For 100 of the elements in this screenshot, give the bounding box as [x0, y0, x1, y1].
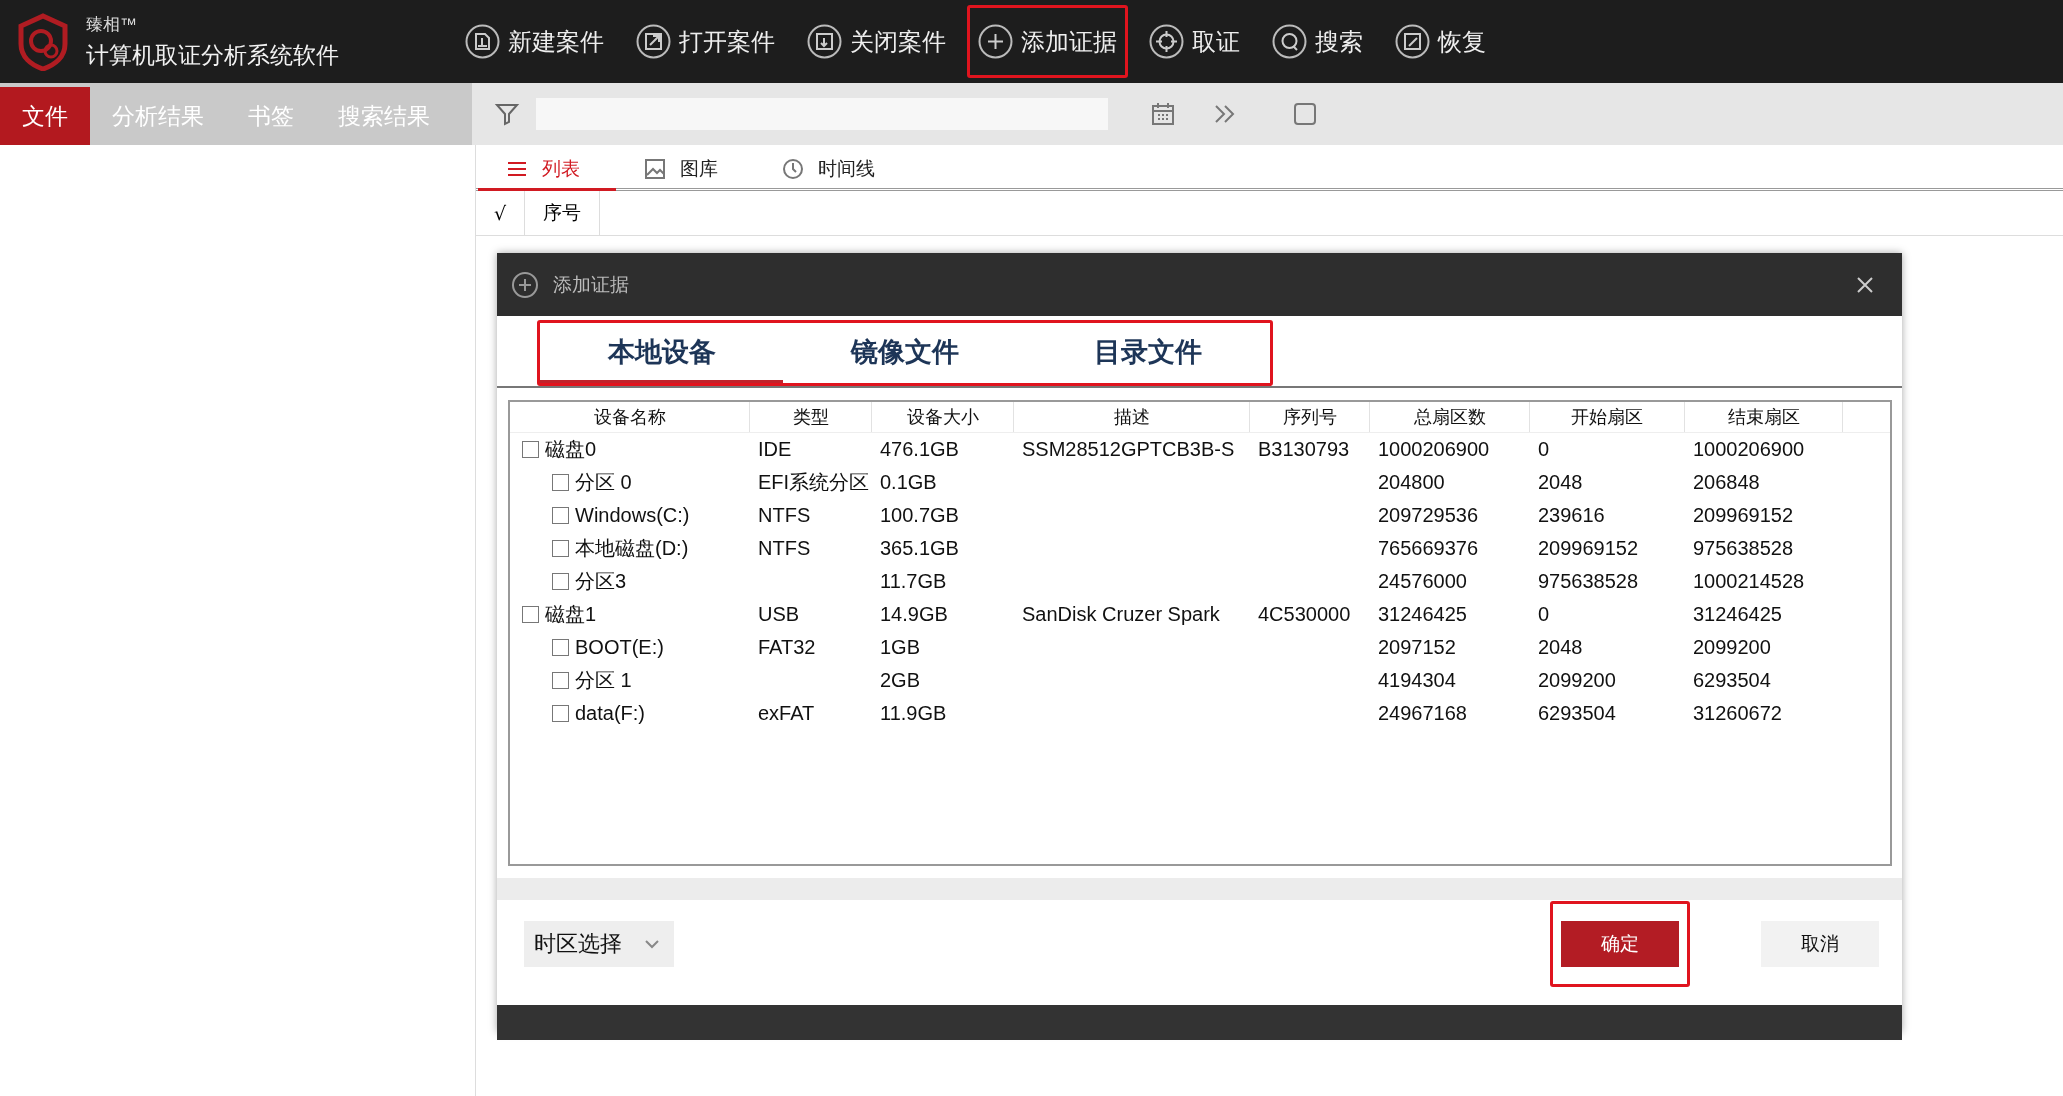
table-cell: NTFS	[758, 504, 811, 526]
table-cell: 31246425	[1378, 603, 1467, 625]
table-cell: 4194304	[1378, 669, 1456, 691]
view-tab[interactable]: 图库	[616, 156, 754, 191]
square-icon[interactable]	[1292, 101, 1318, 127]
device-name: 分区 0	[575, 470, 632, 495]
toolbar-button[interactable]: 打开案件	[630, 20, 781, 63]
checkbox[interactable]	[552, 573, 569, 590]
table-cell: 209969152	[1693, 504, 1794, 526]
table-cell: 0.1GB	[880, 471, 937, 493]
new-case-icon	[465, 24, 500, 59]
device-name: 本地磁盘(D:)	[575, 536, 689, 561]
table-cell: NTFS	[758, 537, 811, 559]
view-tab[interactable]: 列表	[478, 156, 616, 191]
column-header: 描述	[1014, 402, 1250, 432]
table-cell: B3130793	[1258, 438, 1350, 460]
table-cell: USB	[758, 603, 800, 625]
device-name: BOOT(E:)	[575, 636, 664, 659]
table-cell: 209729536	[1378, 504, 1479, 526]
download-box-icon	[807, 24, 842, 59]
edit-box-icon	[636, 24, 671, 59]
table-cell: 1000206900	[1378, 438, 1490, 460]
table-cell: FAT32	[758, 636, 816, 658]
toolbar-button[interactable]: 新建案件	[459, 20, 610, 63]
table-cell: 1GB	[880, 636, 921, 658]
toolbar-button[interactable]: 添加证据	[972, 20, 1123, 63]
toolbar-button[interactable]: 恢复	[1389, 20, 1492, 63]
app-title: 计算机取证分析系统软件	[86, 40, 339, 70]
table-cell: 2099200	[1538, 669, 1616, 691]
chevron-down-icon	[644, 938, 660, 950]
table-cell: 2048	[1538, 636, 1583, 658]
table-cell: 1000206900	[1693, 438, 1805, 460]
table-cell: 100.7GB	[880, 504, 959, 526]
checkbox[interactable]	[552, 474, 569, 491]
device-name: 分区3	[575, 569, 627, 594]
column-header: 设备名称	[510, 402, 750, 432]
table-cell: 209969152	[1538, 537, 1639, 559]
cancel-button[interactable]: 取消	[1761, 921, 1879, 967]
filter-icon	[494, 101, 520, 127]
dialog-title: 添加证据	[553, 271, 630, 297]
device-name: data(F:)	[575, 702, 646, 725]
column-header: 序号	[525, 191, 601, 235]
table-cell: 2099200	[1693, 636, 1771, 658]
checkbox[interactable]	[522, 606, 539, 623]
column-header: 类型	[750, 402, 872, 432]
table-cell: 2GB	[880, 669, 921, 691]
column-header: 结束扇区	[1685, 402, 1843, 432]
checkbox[interactable]	[552, 705, 569, 722]
checkbox[interactable]	[552, 672, 569, 689]
calendar-icon[interactable]	[1150, 101, 1176, 127]
table-cell: EFI系统分区	[758, 471, 870, 493]
device-name: 分区 1	[575, 668, 632, 693]
checkbox[interactable]	[552, 540, 569, 557]
column-header: 设备大小	[872, 402, 1014, 432]
table-cell: 31246425	[1693, 603, 1782, 625]
table-cell: 206848	[1693, 471, 1760, 493]
toolbar-button[interactable]: 取证	[1143, 20, 1246, 63]
plus-icon	[511, 270, 539, 299]
table-cell: SSM28512GPTCB3B-S	[1022, 438, 1235, 460]
view-tab[interactable]: 时间线	[754, 156, 911, 191]
table-cell: IDE	[758, 438, 792, 460]
table-cell: 1000214528	[1693, 570, 1805, 592]
pencil-box-icon	[1395, 24, 1430, 59]
toolbar-button[interactable]: 搜索	[1266, 20, 1369, 63]
table-cell: 24576000	[1378, 570, 1467, 592]
column-header: √	[476, 191, 526, 235]
image-icon	[644, 158, 666, 180]
search-icon	[1272, 24, 1307, 59]
checkbox[interactable]	[522, 441, 539, 458]
table-cell: 239616	[1538, 504, 1605, 526]
clock-icon	[782, 158, 804, 180]
dialog-tab[interactable]: 本地设备	[540, 323, 784, 383]
dialog-tab[interactable]: 镜像文件	[783, 323, 1027, 383]
table-cell: 11.7GB	[880, 570, 947, 592]
table-cell: 6293504	[1538, 702, 1616, 724]
checkbox[interactable]	[552, 507, 569, 524]
dialog-tab[interactable]: 目录文件	[1026, 323, 1270, 383]
brand-name: 臻相™	[86, 13, 138, 36]
device-name: 磁盘0	[545, 437, 597, 462]
table-cell: 6293504	[1693, 669, 1771, 691]
nav-tab[interactable]: 文件	[0, 87, 90, 145]
close-icon[interactable]	[1856, 275, 1874, 294]
table-cell: 975638528	[1538, 570, 1639, 592]
table-cell: 476.1GB	[880, 438, 959, 460]
column-header: 开始扇区	[1530, 402, 1685, 432]
table-cell: 14.9GB	[880, 603, 948, 625]
table-cell: 765669376	[1378, 537, 1479, 559]
crosshair-icon	[1149, 24, 1184, 59]
table-cell: 24967168	[1378, 702, 1467, 724]
table-cell: 365.1GB	[880, 537, 959, 559]
table-cell: 975638528	[1693, 537, 1794, 559]
toolbar-button[interactable]: 关闭案件	[801, 20, 952, 63]
table-cell: 2097152	[1378, 636, 1456, 658]
confirm-button[interactable]: 确定	[1561, 921, 1679, 967]
table-cell: 2048	[1538, 471, 1583, 493]
table-cell: 11.9GB	[880, 702, 947, 724]
column-header: 序列号	[1250, 402, 1370, 432]
timezone-dropdown[interactable]: 时区选择	[524, 921, 674, 967]
checkbox[interactable]	[552, 639, 569, 656]
table-cell: 0	[1538, 438, 1550, 460]
